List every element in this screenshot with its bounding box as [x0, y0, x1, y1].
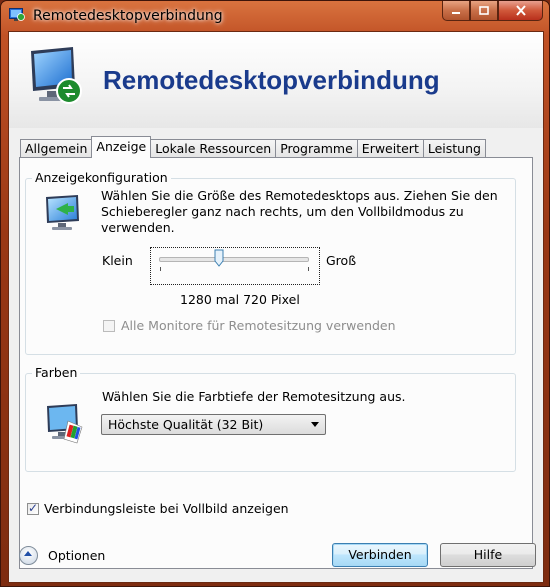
slider-tick: [308, 267, 309, 271]
maximize-button[interactable]: [470, 1, 498, 21]
app-window: Remotedesktopverbindung Remotedesktopver…: [0, 0, 550, 587]
remote-desktop-icon: [9, 8, 25, 21]
connection-bar-checkbox[interactable]: ✓: [27, 501, 39, 515]
minimize-icon: [452, 11, 460, 14]
colors-description: Wählen Sie die Farbtiefe der Remotesitzu…: [102, 389, 406, 404]
checkmark-icon: ✓: [28, 501, 39, 515]
tab-anzeige[interactable]: Anzeige: [91, 136, 152, 158]
all-monitors-checkbox[interactable]: [103, 320, 115, 332]
dialog-client: Remotedesktopverbindung Allgemein Anzeig…: [8, 31, 544, 583]
display-config-description: Wählen Sie die Größe des Remotedesktops …: [101, 188, 506, 236]
banner-heading: Remotedesktopverbindung: [103, 65, 440, 95]
connection-bar-label: Verbindungsleiste bei Vollbild anzeigen: [44, 501, 289, 516]
display-monitor-icon: [46, 195, 79, 230]
title-bar[interactable]: Remotedesktopverbindung: [1, 1, 549, 31]
display-config-description-line: Wählen Sie die Größe des Remotedesktops …: [101, 188, 498, 203]
slider-min-label: Klein: [102, 253, 133, 268]
window-controls: [442, 1, 543, 21]
all-monitors-label: Alle Monitore für Remotesitzung verwende…: [121, 318, 396, 333]
resolution-slider[interactable]: [150, 247, 320, 285]
display-config-group: Anzeigekonfiguration Wählen Sie die Größ…: [25, 170, 516, 355]
remote-desktop-monitor-icon: [31, 47, 82, 104]
chevron-down-icon: [311, 422, 319, 427]
help-button[interactable]: Hilfe: [440, 543, 536, 567]
chevron-up-icon[interactable]: [19, 546, 38, 565]
color-depth-value: Höchste Qualität (32 Bit): [108, 417, 264, 432]
slider-track: [159, 257, 309, 262]
connect-button[interactable]: Verbinden: [332, 543, 428, 567]
tab-programme[interactable]: Programme: [275, 139, 358, 158]
tab-strip: Allgemein Anzeige Lokale Ressourcen Prog…: [20, 136, 486, 158]
options-label: Optionen: [48, 547, 106, 563]
color-depth-select[interactable]: Höchste Qualität (32 Bit): [101, 414, 326, 435]
options-toggle[interactable]: Optionen: [19, 546, 105, 565]
slider-thumb[interactable]: [214, 249, 224, 267]
close-icon: [515, 5, 526, 16]
resolution-text: 1280 mal 720 Pixel: [180, 292, 300, 307]
tab-allgemein[interactable]: Allgemein: [20, 139, 93, 158]
header-banner: Remotedesktopverbindung: [9, 32, 543, 128]
window-title: Remotedesktopverbindung: [33, 8, 223, 24]
tab-lokale-ressourcen[interactable]: Lokale Ressourcen: [150, 139, 277, 158]
minimize-button[interactable]: [442, 1, 470, 21]
tab-erweitert[interactable]: Erweitert: [356, 139, 424, 158]
tab-panel-anzeige: Anzeigekonfiguration Wählen Sie die Größ…: [19, 157, 533, 569]
maximize-icon: [479, 6, 489, 15]
slider-tick: [160, 267, 161, 271]
display-config-description-line: Schieberegler ganz nach rechts, um den V…: [101, 204, 464, 219]
display-config-description-line: verwenden.: [101, 220, 175, 235]
colors-group: Farben Wählen Sie die Farbtiefe der Remo…: [25, 365, 516, 472]
close-button[interactable]: [498, 1, 543, 21]
color-palette-monitor-icon: [47, 404, 83, 444]
colors-title: Farben: [32, 365, 81, 380]
slider-max-label: Groß: [326, 253, 357, 268]
tab-leistung[interactable]: Leistung: [422, 139, 486, 158]
display-config-title: Anzeigekonfiguration: [32, 170, 171, 185]
